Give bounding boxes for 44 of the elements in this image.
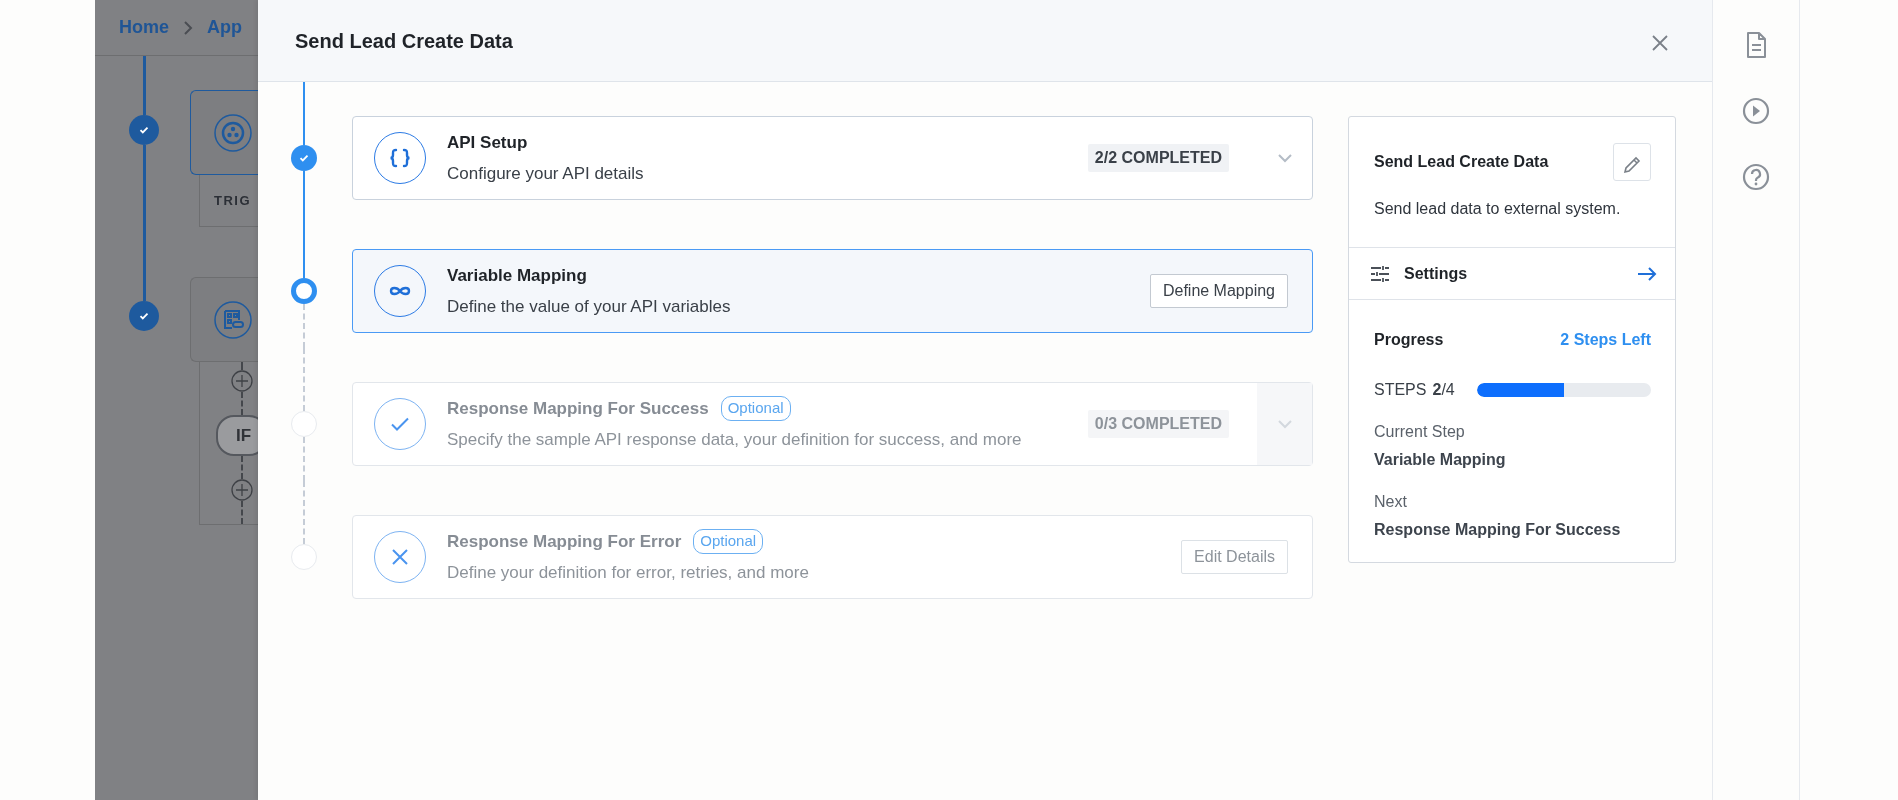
step-card[interactable]: Variable Mapping Define the value of your API variables Define Mapping bbox=[352, 249, 1313, 333]
step-title: API Setup bbox=[447, 131, 528, 154]
summary-title: Send Lead Create Data bbox=[1374, 152, 1549, 172]
condition-node[interactable]: IF bbox=[216, 414, 258, 457]
sliders-icon bbox=[1370, 264, 1390, 283]
optional-tag: Optional bbox=[693, 529, 764, 554]
progress-heading: Progress bbox=[1374, 330, 1444, 350]
flow-node-card[interactable] bbox=[190, 277, 258, 362]
optional-tag: Optional bbox=[720, 396, 791, 421]
step-action-button[interactable]: Edit Details bbox=[1181, 540, 1288, 574]
step-description: Configure your API details bbox=[447, 163, 645, 185]
breadcrumb-chevron-icon bbox=[183, 20, 193, 35]
arrow-right-icon bbox=[1637, 265, 1657, 282]
step-description: Define the value of your API variables bbox=[447, 296, 732, 318]
step-card[interactable]: API Setup Configure your API details 2/2 COMPLETED bbox=[352, 116, 1313, 200]
step-title: Response Mapping For Success bbox=[447, 397, 709, 420]
current-step-name: Variable Mapping bbox=[1374, 450, 1507, 470]
trigger-icon bbox=[213, 112, 253, 153]
step-card[interactable]: Response Mapping For Success Optional Specify the sample API response data, your definition for success, and more 0/3 COMPLETED bbox=[352, 382, 1313, 466]
current-step-label: Current Step bbox=[1374, 422, 1466, 442]
completion-count: 2/2 COMPLETED bbox=[1087, 144, 1229, 172]
settings-link[interactable]: Settings bbox=[1349, 248, 1675, 300]
add-step-icon[interactable] bbox=[230, 479, 253, 502]
step-title: Response Mapping For Error bbox=[447, 530, 682, 553]
flow-node-card[interactable] bbox=[190, 90, 258, 175]
step-action-button[interactable]: Define Mapping bbox=[1149, 274, 1288, 308]
pencil-icon bbox=[1622, 154, 1642, 175]
steps-label: STEPS bbox=[1374, 380, 1427, 400]
step-description: Specify the sample API response data, your definition for success, and more bbox=[447, 429, 1023, 451]
step-title: Variable Mapping bbox=[447, 264, 587, 287]
steps-left-text: 2 Steps Left bbox=[1560, 330, 1651, 350]
next-step-label: Next bbox=[1374, 492, 1408, 512]
edit-button[interactable] bbox=[1613, 143, 1651, 181]
drawer-title: Send Lead Create Data bbox=[295, 28, 513, 53]
summary-description: Send lead data to external system. bbox=[1374, 199, 1622, 219]
step-card[interactable]: Response Mapping For Error Optional Define your definition for error, retries, and more Edit Details bbox=[352, 515, 1313, 599]
app-link-icon bbox=[213, 299, 253, 340]
steps-count: 2/4 bbox=[1432, 380, 1455, 400]
help-icon[interactable] bbox=[1741, 162, 1771, 192]
step-description: Define your definition for error, retries, and more bbox=[447, 562, 810, 584]
next-step-name: Response Mapping For Success bbox=[1374, 520, 1622, 540]
add-step-icon[interactable] bbox=[230, 370, 253, 392]
play-icon[interactable] bbox=[1741, 96, 1771, 126]
completion-count: 0/3 COMPLETED bbox=[1087, 410, 1229, 438]
